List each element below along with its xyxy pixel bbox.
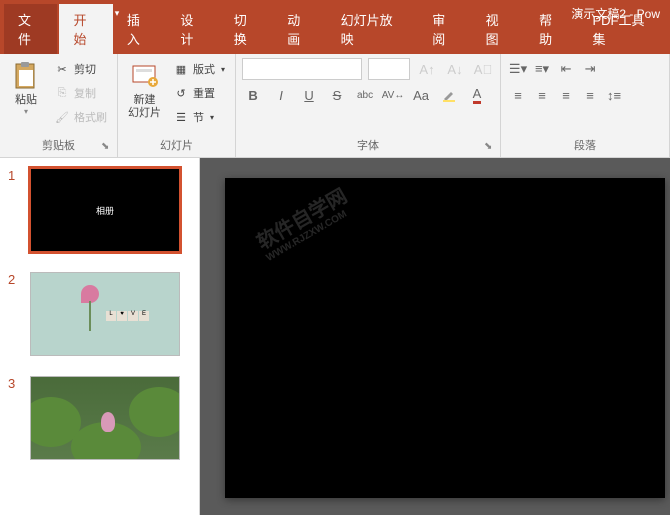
strikethrough-button[interactable]: S [326,84,348,106]
align-right-button[interactable]: ≡ [555,84,577,106]
line-spacing-button[interactable]: ↕≡ [603,84,625,106]
decrease-indent-button[interactable]: ⇤ [555,58,577,80]
clipboard-launcher-icon[interactable]: ⬊ [101,141,115,155]
justify-button[interactable]: ≡ [579,84,601,106]
window-title: 演示文稿2 - Pow [571,5,660,22]
lotus-bud-graphic [101,412,115,432]
thumb-number: 2 [8,272,20,356]
group-paragraph: ☰▾ ≡▾ ⇤ ⇥ ≡ ≡ ≡ ≡ ↕≡ 段落 [501,54,670,157]
tab-review[interactable]: 审阅 [418,4,471,54]
reset-button[interactable]: ↺ 重置 [169,82,229,104]
tab-slideshow[interactable]: 幻灯片放映 [327,4,419,54]
tab-file[interactable]: 文件 [4,4,57,54]
slide-thumbnail-2[interactable]: L♥VE [30,272,180,356]
workspace: 1 相册 2 L♥VE 3 [0,158,670,515]
slide-canvas[interactable]: 软件自学网 WWW.RJZXW.COM [225,178,665,498]
slide-thumbnails-panel[interactable]: 1 相册 2 L♥VE 3 [0,158,200,515]
group-label-slides: 幻灯片 [124,137,229,155]
shadow-button[interactable]: abc [354,84,376,106]
change-case-button[interactable]: Aa [410,84,432,106]
increase-font-icon[interactable]: A↑ [416,58,438,80]
slide-thumbnail-1[interactable]: 相册 [30,168,180,252]
align-left-button[interactable]: ≡ [507,84,529,106]
tab-view[interactable]: 视图 [472,4,525,54]
new-slide-icon [129,60,161,92]
thumbnail-item[interactable]: 2 L♥VE [8,272,191,356]
highlight-button[interactable] [438,84,460,106]
scissors-icon: ✂ [54,61,70,77]
italic-button[interactable]: I [270,84,292,106]
group-slides: 新建 幻灯片 ▦ 版式▾ ↺ 重置 ☰ 节▾ 幻灯片 [118,54,236,157]
decrease-font-icon[interactable]: A↓ [444,58,466,80]
slide-thumbnail-3[interactable] [30,376,180,460]
group-clipboard: 粘贴 ▾ ✂ 剪切 ⎘ 复制 🖌 格式刷 剪贴板 ⬊ [0,54,118,157]
copy-button[interactable]: ⎘ 复制 [50,82,111,104]
char-spacing-button[interactable]: AV↔ [382,84,404,106]
thumb-title-text: 相册 [96,204,114,217]
clipboard-icon [10,60,42,92]
ribbon-tabs: 文件 开始 插入 设计 切换 动画 幻灯片放映 审阅 视图 帮助 PDF工具集 [0,26,670,54]
thumbnail-item[interactable]: 3 [8,376,191,460]
font-size-dropdown[interactable] [368,58,410,80]
font-color-button[interactable]: A [466,84,488,106]
align-center-button[interactable]: ≡ [531,84,553,106]
leaf-graphic [129,387,180,437]
group-label-paragraph: 段落 [507,137,663,155]
group-label-font: 字体 [242,137,494,155]
new-slide-button[interactable]: 新建 幻灯片 [124,58,165,137]
font-name-dropdown[interactable] [242,58,362,80]
thumb-number: 1 [8,168,20,252]
section-button[interactable]: ☰ 节▾ [169,106,229,128]
font-launcher-icon[interactable]: ⬊ [484,141,498,155]
bold-button[interactable]: B [242,84,264,106]
tab-animations[interactable]: 动画 [273,4,326,54]
bullets-button[interactable]: ☰▾ [507,58,529,80]
tab-home[interactable]: 开始 [59,4,112,54]
reset-icon: ↺ [173,85,189,101]
thumbnail-item[interactable]: 1 相册 [8,168,191,252]
new-slide-label: 新建 幻灯片 [128,94,161,120]
layout-button[interactable]: ▦ 版式▾ [169,58,229,80]
format-painter-button[interactable]: 🖌 格式刷 [50,106,111,128]
tab-transitions[interactable]: 切换 [220,4,273,54]
increase-indent-button[interactable]: ⇥ [579,58,601,80]
cut-button[interactable]: ✂ 剪切 [50,58,111,80]
watermark: 软件自学网 WWW.RJZXW.COM [253,185,356,264]
thumb-number: 3 [8,376,20,460]
copy-icon: ⎘ [54,85,70,101]
section-icon: ☰ [173,109,189,125]
paste-label: 粘贴 [15,94,37,107]
tab-design[interactable]: 设计 [166,4,219,54]
group-label-clipboard: 剪贴板 [6,137,111,155]
group-font: A↑ A↓ A⃠ B I U S abc AV↔ Aa A 字体 ⬊ [236,54,501,157]
clear-formatting-icon[interactable]: A⃠ [472,58,494,80]
paste-button[interactable]: 粘贴 ▾ [6,58,46,137]
tab-insert[interactable]: 插入 [113,4,166,54]
brush-icon: 🖌 [54,109,70,125]
numbering-button[interactable]: ≡▾ [531,58,553,80]
love-blocks: L♥VE [106,311,149,321]
underline-button[interactable]: U [298,84,320,106]
stem-graphic [89,301,91,331]
layout-icon: ▦ [173,61,189,77]
ribbon: 粘贴 ▾ ✂ 剪切 ⎘ 复制 🖌 格式刷 剪贴板 ⬊ [0,54,670,158]
slide-editor[interactable]: 软件自学网 WWW.RJZXW.COM [200,158,670,515]
